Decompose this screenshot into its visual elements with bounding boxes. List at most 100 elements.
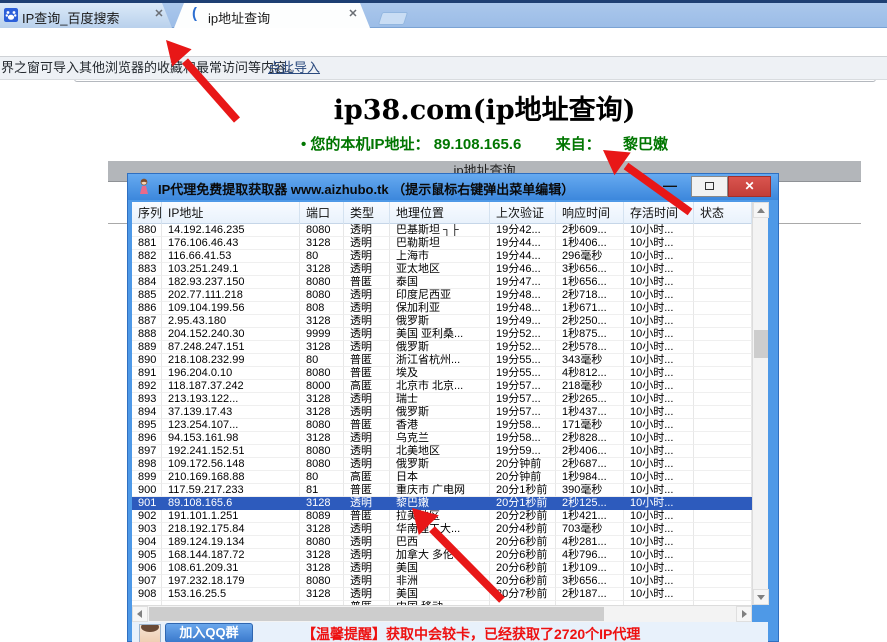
- table-cell: 3秒656...: [556, 575, 624, 588]
- table-row[interactable]: 88987.248.247.1513128透明俄罗斯19分52...2秒578.…: [132, 341, 752, 354]
- col-header-serial[interactable]: 序列号: [132, 202, 162, 224]
- table-cell: 乌克兰: [390, 432, 490, 445]
- table-cell: 19分58...: [490, 432, 556, 445]
- table-cell: 19分48...: [490, 302, 556, 315]
- import-link[interactable]: 点此导入: [268, 57, 320, 79]
- table-cell: [694, 471, 752, 484]
- scroll-down-button[interactable]: [753, 589, 769, 605]
- scroll-right-button[interactable]: [736, 606, 752, 622]
- close-button[interactable]: ✕: [728, 176, 771, 197]
- table-row[interactable]: 906108.61.209.313128透明美国20分6秒前1秒109...10…: [132, 562, 752, 575]
- table-cell: 895: [132, 419, 162, 432]
- col-header-status[interactable]: 状态: [694, 202, 752, 224]
- table-row[interactable]: 899210.169.168.8880高匿日本20分钟前1秒984...10小时…: [132, 471, 752, 484]
- window-titlebar[interactable]: IP代理免费提取获取器 www.aizhubo.tk （提示鼠标右键弹出菜单编辑…: [128, 174, 778, 200]
- table-row[interactable]: 882116.66.41.5380透明上海市19分44...296毫秒10小时.…: [132, 250, 752, 263]
- col-header-alive[interactable]: 存活时间: [624, 202, 694, 224]
- screenshot-root: IP查询_百度搜索 ✕ ( ip地址查询 ✕ ✕ www.ip38.com 界之…: [0, 0, 887, 642]
- table-cell: 巴基斯坦 ┐├: [390, 224, 490, 237]
- table-row[interactable]: 888204.152.240.309999透明美国 亚利桑...19分52...…: [132, 328, 752, 341]
- table-row[interactable]: 884182.93.237.1508080普匿泰国19分47...1秒656..…: [132, 276, 752, 289]
- col-header-port[interactable]: 端口: [300, 202, 344, 224]
- table-row[interactable]: 892118.187.37.2428000高匿北京市 北京...19分57...…: [132, 380, 752, 393]
- table-row[interactable]: 90189.108.165.63128透明黎巴嫩20分1秒前2秒125...10…: [132, 497, 752, 510]
- table-cell: 透明: [344, 562, 390, 575]
- table-row[interactable]: 885202.77.111.2188080透明印度尼西亚19分48...2秒71…: [132, 289, 752, 302]
- minimize-button[interactable]: —: [656, 176, 684, 197]
- table-cell: 907: [132, 575, 162, 588]
- table-row[interactable]: 907197.232.18.1798080透明非洲20分6秒前3秒656...1…: [132, 575, 752, 588]
- table-cell: 20分钟前: [490, 471, 556, 484]
- table-cell: 10小时...: [624, 575, 694, 588]
- table-cell: 非洲: [390, 575, 490, 588]
- table-cell: 8080: [300, 276, 344, 289]
- table-row[interactable]: 890218.108.232.9980普匿浙江省杭州...19分55...343…: [132, 354, 752, 367]
- table-cell: 19分58...: [490, 419, 556, 432]
- col-header-ip[interactable]: IP地址: [162, 202, 300, 224]
- table-row[interactable]: 891196.204.0.108080普匿埃及19分55...4秒812...1…: [132, 367, 752, 380]
- table-cell: 204.152.240.30: [162, 328, 300, 341]
- table-cell: [694, 354, 752, 367]
- vertical-scrollbar[interactable]: [752, 202, 768, 605]
- table-cell: 19分52...: [490, 341, 556, 354]
- new-tab-button[interactable]: [378, 12, 408, 25]
- table-cell: 日本: [390, 471, 490, 484]
- table-cell: 加拿大 多伦...: [390, 549, 490, 562]
- scroll-left-button[interactable]: [132, 606, 148, 622]
- table-row[interactable]: 902191.101.1.2518089普匿拉美地区20分2秒前1秒421...…: [132, 510, 752, 523]
- table-cell: 10小时...: [624, 471, 694, 484]
- table-cell: 美国: [390, 588, 490, 601]
- table-row[interactable]: 881176.106.46.433128透明巴勒斯坦19分44...1秒406.…: [132, 237, 752, 250]
- table-cell: 10小时...: [624, 250, 694, 263]
- vertical-scroll-thumb[interactable]: [754, 330, 768, 358]
- table-cell: 10小时...: [624, 315, 694, 328]
- table-cell: [694, 406, 752, 419]
- maximize-icon: [705, 182, 714, 190]
- col-header-response[interactable]: 响应时间: [556, 202, 624, 224]
- table-row[interactable]: 895123.254.107...8080普匿香港19分58...171毫秒10…: [132, 419, 752, 432]
- table-row[interactable]: 88014.192.146.2358080透明巴基斯坦 ┐├19分42...2秒…: [132, 224, 752, 237]
- col-header-type[interactable]: 类型: [344, 202, 390, 224]
- table-row[interactable]: 89437.139.17.433128透明俄罗斯19分57...1秒437...…: [132, 406, 752, 419]
- tab-close-icon[interactable]: ✕: [346, 7, 360, 23]
- table-row[interactable]: 904189.124.19.1348080透明巴西20分6秒前4秒281...1…: [132, 536, 752, 549]
- table-cell: 3128: [300, 237, 344, 250]
- join-qq-group-button[interactable]: 加入QQ群: [165, 623, 253, 642]
- table-cell: 20分4秒前: [490, 523, 556, 536]
- table-row[interactable]: 898109.172.56.1488080透明俄罗斯20分钟前2秒687...1…: [132, 458, 752, 471]
- table-row[interactable]: 89694.153.161.983128透明乌克兰19分58...2秒828..…: [132, 432, 752, 445]
- table-row[interactable]: 908153.16.25.53128透明美国20分7秒前2秒187...10小时…: [132, 588, 752, 601]
- tab-close-icon[interactable]: ✕: [152, 7, 166, 23]
- table-row[interactable]: 8872.95.43.1803128透明俄罗斯19分49...2秒250...1…: [132, 315, 752, 328]
- table-cell: 20分7秒前: [490, 588, 556, 601]
- col-header-verified[interactable]: 上次验证: [490, 202, 556, 224]
- scroll-up-button[interactable]: [753, 202, 769, 218]
- horizontal-scrollbar[interactable]: [132, 605, 752, 622]
- table-row[interactable]: 897192.241.152.518080透明北美地区19分59...2秒406…: [132, 445, 752, 458]
- table-row[interactable]: 905168.144.187.723128透明加拿大 多伦...20分6秒前4秒…: [132, 549, 752, 562]
- table-cell: 19分52...: [490, 328, 556, 341]
- table-cell: 重庆市 广电网: [390, 484, 490, 497]
- tab-ip-query[interactable]: ( ip地址查询 ✕: [174, 3, 370, 28]
- table-cell: 886: [132, 302, 162, 315]
- table-cell: 4秒812...: [556, 367, 624, 380]
- table-cell: 168.144.187.72: [162, 549, 300, 562]
- table-cell: 20分6秒前: [490, 536, 556, 549]
- table-cell: 2秒578...: [556, 341, 624, 354]
- horizontal-scroll-thumb[interactable]: [149, 607, 604, 621]
- maximize-button[interactable]: [691, 176, 728, 197]
- table-row[interactable]: 900117.59.217.23381普匿重庆市 广电网20分1秒前390毫秒1…: [132, 484, 752, 497]
- table-row[interactable]: 903218.192.175.843128透明华南理工大...20分4秒前703…: [132, 523, 752, 536]
- table-row[interactable]: 893213.193.122...3128透明瑞士19分57...2秒265..…: [132, 393, 752, 406]
- table-row[interactable]: 886109.104.199.56808透明保加利亚19分48...1秒671.…: [132, 302, 752, 315]
- table-cell: 3128: [300, 562, 344, 575]
- table-cell: 191.101.1.251: [162, 510, 300, 523]
- table-cell: 109.172.56.148: [162, 458, 300, 471]
- table-cell: 透明: [344, 289, 390, 302]
- tab-baidu-search[interactable]: IP查询_百度搜索 ✕: [0, 3, 172, 28]
- table-cell: 123.254.107...: [162, 419, 300, 432]
- table-row[interactable]: 883103.251.249.13128透明亚太地区19分46...3秒656.…: [132, 263, 752, 276]
- table-cell: 80: [300, 471, 344, 484]
- col-header-location[interactable]: 地理位置: [390, 202, 490, 224]
- table-cell: 703毫秒: [556, 523, 624, 536]
